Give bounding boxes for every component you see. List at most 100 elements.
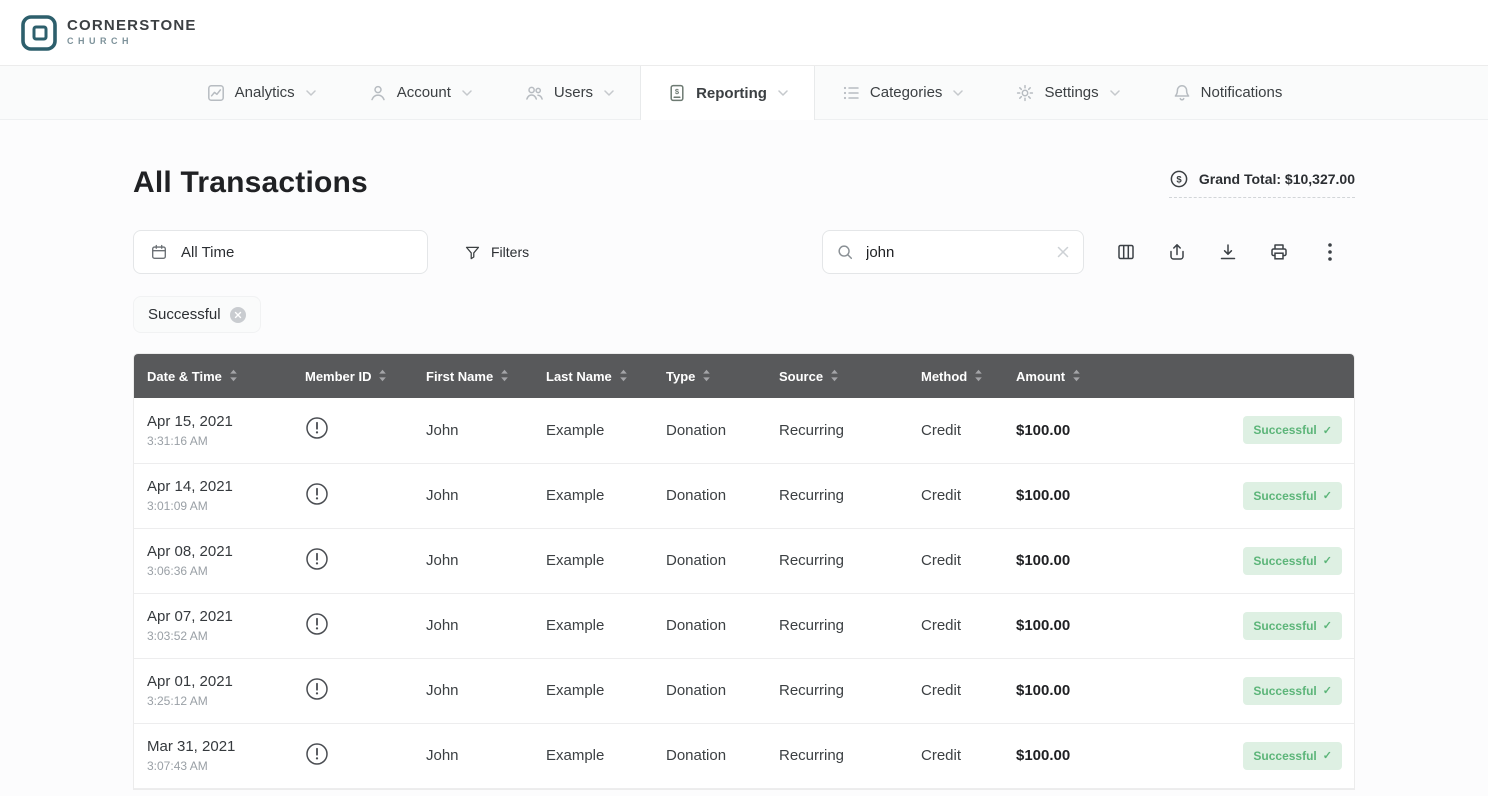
member-id-info-icon[interactable] (305, 742, 329, 766)
nav-item-label: Categories (870, 84, 943, 101)
calendar-icon (150, 243, 168, 261)
chevron-down-icon (306, 90, 316, 96)
filter-icon (464, 244, 481, 261)
sort-icon[interactable] (619, 369, 628, 382)
column-header-source[interactable]: Source (766, 354, 908, 398)
member-id-info-icon[interactable] (305, 416, 329, 440)
last-name-cell: Example (533, 723, 653, 788)
nav-item-settings[interactable]: Settings (989, 66, 1145, 119)
member-id-info-icon[interactable] (305, 482, 329, 506)
status-badge: Successful ✓ (1243, 482, 1342, 510)
columns-icon[interactable] (1100, 230, 1151, 274)
status-label: Successful (1253, 554, 1316, 568)
sort-icon[interactable] (229, 369, 238, 382)
table-row[interactable]: Apr 07, 2021 3:03:52 AM John Example Don… (134, 593, 1354, 658)
column-label: Amount (1016, 369, 1065, 384)
analytics-icon (206, 83, 226, 103)
search-box (822, 230, 1084, 274)
transaction-date: Mar 31, 2021 (147, 738, 292, 755)
column-header-type[interactable]: Type (653, 354, 766, 398)
method-cell: Credit (908, 723, 1003, 788)
svg-text:$: $ (675, 87, 680, 96)
table-row[interactable]: Apr 14, 2021 3:01:09 AM John Example Don… (134, 463, 1354, 528)
amount-cell: $100.00 (1003, 658, 1136, 723)
brand-logo[interactable]: CORNERSTONE CHURCH (20, 14, 197, 52)
filter-chip-successful[interactable]: Successful (133, 296, 261, 333)
table-row[interactable]: Apr 15, 2021 3:31:16 AM John Example Don… (134, 398, 1354, 463)
date-range-select[interactable]: All Time (133, 230, 428, 274)
column-label: Date & Time (147, 369, 222, 384)
check-icon: ✓ (1323, 489, 1332, 502)
first-name-cell: John (413, 463, 533, 528)
brand-name: CORNERSTONE (67, 18, 197, 35)
nav-item-label: Notifications (1201, 84, 1283, 101)
member-id-info-icon[interactable] (305, 547, 329, 571)
reporting-icon: $ (667, 83, 687, 103)
clear-search-icon[interactable] (1056, 245, 1070, 259)
sort-icon[interactable] (974, 369, 983, 382)
cornerstone-logo-icon (20, 14, 58, 52)
print-icon[interactable] (1253, 230, 1304, 274)
date-time-cell: Apr 01, 2021 3:25:12 AM (134, 658, 292, 723)
categories-icon (841, 83, 861, 103)
date-time-cell: Apr 08, 2021 3:06:36 AM (134, 528, 292, 593)
column-header-date_time[interactable]: Date & Time (134, 354, 292, 398)
nav-item-notifications[interactable]: Notifications (1146, 66, 1309, 119)
table-row[interactable]: Mar 31, 2021 3:07:43 AM John Example Don… (134, 723, 1354, 788)
table-row[interactable]: Apr 08, 2021 3:06:36 AM John Example Don… (134, 528, 1354, 593)
member-id-cell (292, 658, 413, 723)
transaction-time: 3:06:36 AM (147, 564, 292, 578)
nav-item-label: Users (554, 84, 593, 101)
date-time-cell: Apr 07, 2021 3:03:52 AM (134, 593, 292, 658)
column-label: Type (666, 369, 695, 384)
member-id-info-icon[interactable] (305, 612, 329, 636)
more-options-icon[interactable] (1304, 230, 1355, 274)
transaction-time: 3:25:12 AM (147, 694, 292, 708)
column-header-method[interactable]: Method (908, 354, 1003, 398)
sort-icon[interactable] (378, 369, 387, 382)
last-name-cell: Example (533, 463, 653, 528)
filters-button[interactable]: Filters (458, 243, 535, 262)
grand-total-text: Grand Total: $10,327.00 (1199, 171, 1355, 187)
table-body: Apr 15, 2021 3:31:16 AM John Example Don… (134, 398, 1354, 788)
search-input[interactable] (864, 243, 1046, 262)
source-cell: Recurring (766, 463, 908, 528)
amount-cell: $100.00 (1003, 593, 1136, 658)
export-icon[interactable] (1151, 230, 1202, 274)
check-icon: ✓ (1323, 554, 1332, 567)
transactions-table: Date & Time Member IDFirst NameLast Name T… (133, 353, 1355, 790)
column-header-member_id[interactable]: Member ID (292, 354, 413, 398)
nav-item-analytics[interactable]: Analytics (180, 66, 342, 119)
type-cell: Donation (653, 528, 766, 593)
column-header-status (1136, 354, 1354, 398)
nav-item-users[interactable]: Users (498, 66, 640, 119)
column-header-amount[interactable]: Amount (1003, 354, 1136, 398)
nav-item-reporting[interactable]: $ Reporting (640, 66, 815, 120)
nav-item-label: Analytics (235, 84, 295, 101)
status-badge: Successful ✓ (1243, 612, 1342, 640)
download-icon[interactable] (1202, 230, 1253, 274)
last-name-cell: Example (533, 398, 653, 463)
nav-item-account[interactable]: Account (342, 66, 498, 119)
status-cell: Successful ✓ (1136, 593, 1354, 658)
transaction-date: Apr 14, 2021 (147, 478, 292, 495)
sort-icon[interactable] (1072, 369, 1081, 382)
notifications-icon (1172, 83, 1192, 103)
amount-cell: $100.00 (1003, 528, 1136, 593)
sort-icon[interactable] (830, 369, 839, 382)
check-icon: ✓ (1323, 684, 1332, 697)
brand-subtitle: CHURCH (67, 37, 197, 47)
remove-filter-icon[interactable] (230, 307, 246, 323)
sort-icon[interactable] (500, 369, 509, 382)
status-badge: Successful ✓ (1243, 547, 1342, 575)
member-id-info-icon[interactable] (305, 677, 329, 701)
filter-chip-label: Successful (148, 306, 221, 323)
amount-cell: $100.00 (1003, 463, 1136, 528)
column-header-first_name[interactable]: First Name (413, 354, 533, 398)
column-header-last_name[interactable]: Last Name (533, 354, 653, 398)
type-cell: Donation (653, 723, 766, 788)
nav-item-categories[interactable]: Categories (815, 66, 990, 119)
topbar: CORNERSTONE CHURCH (0, 0, 1488, 66)
table-row[interactable]: Apr 01, 2021 3:25:12 AM John Example Don… (134, 658, 1354, 723)
sort-icon[interactable] (702, 369, 711, 382)
